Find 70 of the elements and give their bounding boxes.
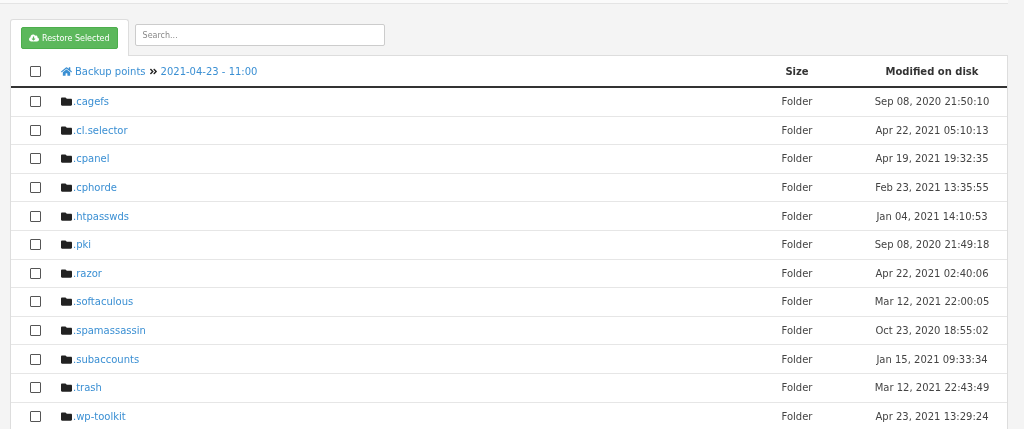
table-cell-text: Apr 23, 2021 13:29:24 — [874, 410, 990, 422]
table-cell-text: Folder — [780, 124, 814, 136]
table-cell-text: Apr 22, 2021 05:10:13 — [874, 124, 990, 136]
home-icon — [61, 65, 72, 77]
folder-icon — [61, 296, 72, 308]
row-checkbox[interactable] — [29, 182, 41, 194]
table-cell-text: Folder — [780, 382, 814, 394]
folder-link[interactable]: .spamassassin — [73, 325, 146, 337]
table-cell-text: Folder — [780, 96, 814, 108]
table-cell-text: Folder — [780, 353, 814, 365]
table-cell-text: Jan 15, 2021 09:33:34 — [875, 353, 989, 365]
search-field[interactable]: Search... — [134, 24, 385, 46]
folder-link[interactable]: .cphorde — [73, 182, 117, 194]
double-chevron-icon — [148, 66, 158, 76]
table-cell-text: Sep 08, 2020 21:50:10 — [873, 96, 991, 108]
table-cell-text: Oct 23, 2020 18:55:02 — [874, 325, 990, 337]
cloud-download-icon — [29, 33, 39, 43]
folder-icon — [61, 325, 72, 337]
select-all-checkbox[interactable] — [29, 65, 41, 77]
restore-selected-button[interactable]: Restore Selected — [21, 27, 118, 49]
table-cell-text: Jan 04, 2021 14:10:53 — [875, 210, 989, 222]
column-header: Modified on disk — [884, 65, 980, 77]
row-checkbox[interactable] — [29, 296, 41, 308]
folder-icon — [61, 239, 72, 251]
breadcrumb-link[interactable]: 2021-04-23 - 11:00 — [160, 65, 258, 77]
table-cell-text: Folder — [780, 325, 814, 337]
row-checkbox[interactable] — [29, 96, 41, 108]
table-cell-text: Sep 08, 2020 21:49:18 — [873, 239, 991, 251]
table-cell-text: Folder — [780, 182, 814, 194]
row-checkbox[interactable] — [29, 353, 41, 365]
table-cell-text: Feb 23, 2021 13:35:55 — [874, 182, 990, 194]
table-cell-text: Mar 12, 2021 22:43:49 — [873, 382, 991, 394]
row-checkbox[interactable] — [29, 153, 41, 165]
table-cell-text: Folder — [780, 296, 814, 308]
folder-link[interactable]: .cagefs — [73, 96, 110, 108]
table-cell-text: Folder — [780, 239, 814, 251]
folder-icon — [61, 124, 72, 136]
row-checkbox[interactable] — [29, 410, 41, 422]
breadcrumb-link[interactable]: Backup points — [75, 65, 146, 77]
row-checkbox[interactable] — [29, 210, 41, 222]
table-cell-text: Folder — [780, 267, 814, 279]
folder-link[interactable]: .cpanel — [73, 153, 110, 165]
folder-icon — [61, 182, 72, 194]
folder-icon — [61, 210, 72, 222]
folder-link[interactable]: .cl.selector — [73, 124, 128, 136]
folder-link[interactable]: .subaccounts — [73, 353, 140, 365]
folder-link[interactable]: .pki — [73, 239, 92, 251]
folder-link[interactable]: .htpasswds — [73, 210, 130, 222]
row-checkbox[interactable] — [29, 267, 41, 279]
table-cell-text: Apr 22, 2021 02:40:06 — [874, 267, 990, 279]
table-cell-text: Apr 19, 2021 19:32:35 — [874, 153, 990, 165]
folder-icon — [61, 410, 72, 422]
table-cell-text: Mar 12, 2021 22:00:05 — [873, 296, 991, 308]
folder-link[interactable]: .wp-toolkit — [73, 410, 126, 422]
row-checkbox[interactable] — [29, 124, 41, 136]
row-checkbox[interactable] — [29, 325, 41, 337]
folder-icon — [61, 353, 72, 365]
column-header: Size — [784, 65, 810, 77]
folder-icon — [61, 153, 72, 165]
table-cell-text: Folder — [780, 153, 814, 165]
folder-link[interactable]: .razor — [73, 267, 102, 279]
table-cell-text: Folder — [780, 410, 814, 422]
table-cell-text: Folder — [780, 210, 814, 222]
folder-link[interactable]: .softaculous — [73, 296, 134, 308]
folder-icon — [61, 382, 72, 394]
folder-icon — [61, 96, 72, 108]
folder-icon — [61, 267, 72, 279]
row-checkbox[interactable] — [29, 239, 41, 251]
folder-link[interactable]: .trash — [73, 382, 102, 394]
row-checkbox[interactable] — [29, 382, 41, 394]
